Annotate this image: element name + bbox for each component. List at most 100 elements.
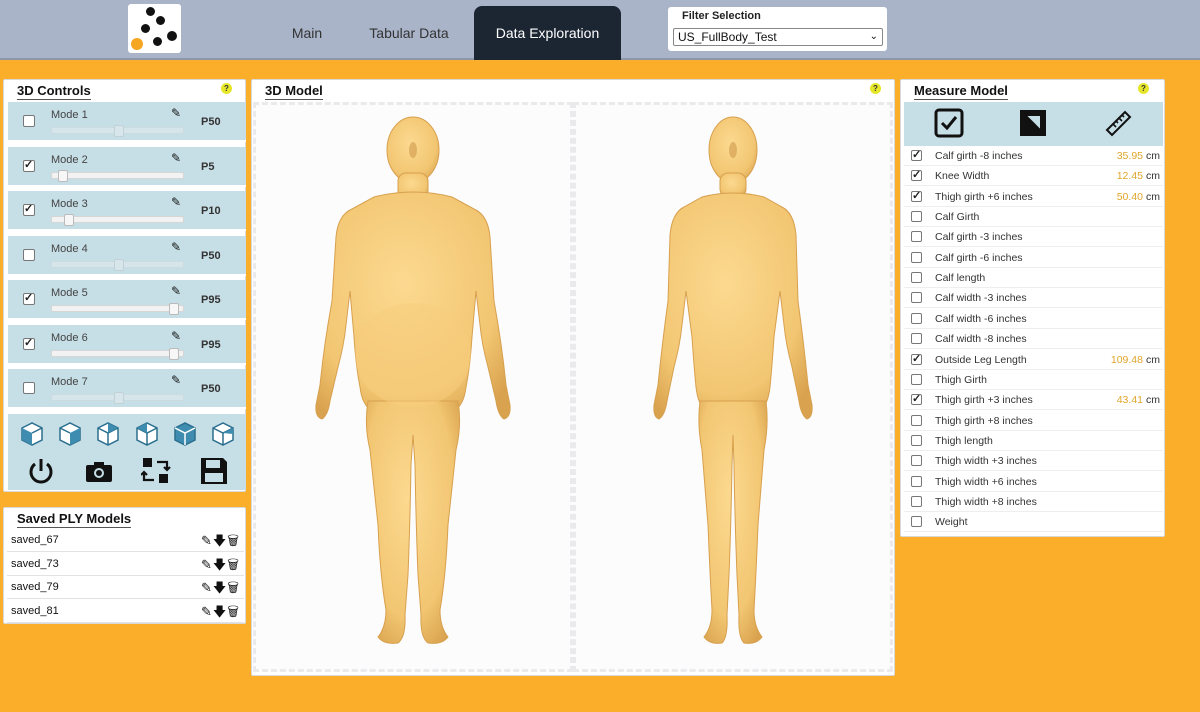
measure-checkbox[interactable] xyxy=(911,168,922,182)
trash-icon[interactable]: 🗑 xyxy=(227,580,240,595)
measure-checkbox[interactable] xyxy=(911,251,922,263)
pencil-icon[interactable]: ✎ xyxy=(171,329,181,343)
power-icon[interactable] xyxy=(26,456,56,486)
slider-thumb[interactable] xyxy=(114,392,124,404)
mode-checkbox[interactable] xyxy=(23,202,35,216)
mode-slider[interactable] xyxy=(51,303,184,315)
pencil-icon[interactable]: ✎ xyxy=(201,533,213,548)
measure-row[interactable]: Thigh width +3 inches xyxy=(904,451,1163,472)
saved-model-row[interactable]: saved_67 ✎🡇🗑 xyxy=(7,529,244,552)
measure-row[interactable]: Thigh length xyxy=(904,431,1163,451)
mode-checkbox[interactable] xyxy=(23,291,35,305)
mode-slider[interactable] xyxy=(51,347,184,360)
saved-model-row[interactable]: saved_73 ✎🡇🗑 xyxy=(7,553,244,576)
pencil-icon[interactable]: ✎ xyxy=(201,557,213,572)
pencil-icon[interactable]: ✎ xyxy=(171,284,181,298)
slider-thumb[interactable] xyxy=(58,169,68,182)
measure-checkbox[interactable] xyxy=(911,333,922,345)
trash-icon[interactable]: 🗑 xyxy=(227,557,240,572)
measure-checkbox[interactable] xyxy=(911,392,922,406)
swap-icon[interactable] xyxy=(141,456,171,486)
slider-thumb[interactable] xyxy=(169,303,179,315)
mode-checkbox[interactable] xyxy=(23,382,35,394)
measure-checkbox[interactable] xyxy=(911,231,922,243)
help-icon[interactable]: ? xyxy=(221,83,232,94)
cube-back-icon[interactable] xyxy=(172,420,198,446)
measure-checkbox[interactable] xyxy=(911,516,922,528)
measure-row[interactable]: Thigh width +8 inches xyxy=(904,492,1163,512)
mode-slider[interactable] xyxy=(51,169,184,182)
measure-row[interactable]: Thigh girth +6 inches 50.40cm xyxy=(904,187,1163,207)
slider-thumb[interactable] xyxy=(169,347,179,360)
measure-checkbox[interactable] xyxy=(911,292,922,304)
cube-right-icon[interactable] xyxy=(95,420,121,446)
slider-thumb[interactable] xyxy=(114,125,124,137)
pencil-icon[interactable]: ✎ xyxy=(171,106,181,120)
measure-row[interactable]: Calf girth -8 inches 35.95cm xyxy=(904,146,1163,166)
measure-row[interactable]: Calf length xyxy=(904,268,1163,289)
slider-thumb[interactable] xyxy=(114,258,124,271)
cube-side-icon[interactable] xyxy=(210,420,236,446)
pencil-icon[interactable]: ✎ xyxy=(171,373,181,387)
measure-row[interactable]: Thigh Girth xyxy=(904,370,1163,390)
measure-row[interactable]: Thigh girth +8 inches xyxy=(904,411,1163,431)
save-icon[interactable] xyxy=(199,456,229,486)
measure-checkbox[interactable] xyxy=(911,373,922,385)
saved-model-row[interactable]: saved_81 ✎🡇🗑 xyxy=(7,600,244,623)
measure-row[interactable]: Calf Girth xyxy=(904,207,1163,228)
measure-row[interactable]: Thigh width +6 inches xyxy=(904,472,1163,492)
mode-checkbox[interactable] xyxy=(23,336,35,350)
download-icon[interactable]: 🡇 xyxy=(213,557,227,572)
bounding-box-icon[interactable] xyxy=(1018,108,1048,138)
cube-left-icon[interactable] xyxy=(57,420,83,446)
download-icon[interactable]: 🡇 xyxy=(213,533,227,548)
measure-row[interactable]: Calf width -3 inches xyxy=(904,288,1163,309)
pencil-icon[interactable]: ✎ xyxy=(201,604,213,619)
measure-checkbox[interactable] xyxy=(911,434,922,446)
measure-row[interactable]: Knee Width 12.45cm xyxy=(904,166,1163,187)
tab-tabular-data[interactable]: Tabular Data xyxy=(356,6,462,60)
mode-slider[interactable] xyxy=(51,125,184,137)
pencil-icon[interactable]: ✎ xyxy=(201,580,213,595)
measure-checkbox[interactable] xyxy=(911,352,922,365)
measure-checkbox[interactable] xyxy=(911,475,922,487)
trash-icon[interactable]: 🗑 xyxy=(227,533,240,548)
checkbox-icon[interactable] xyxy=(934,108,964,138)
mode-slider[interactable] xyxy=(51,258,184,271)
download-icon[interactable]: 🡇 xyxy=(213,604,227,619)
measure-checkbox[interactable] xyxy=(911,312,922,324)
camera-icon[interactable] xyxy=(84,456,114,486)
measure-checkbox[interactable] xyxy=(911,211,922,223)
mode-checkbox[interactable] xyxy=(23,115,35,127)
measure-checkbox[interactable] xyxy=(911,189,922,202)
help-icon[interactable]: ? xyxy=(1138,83,1149,94)
tab-main[interactable]: Main xyxy=(275,6,339,60)
saved-model-row[interactable]: saved_79 ✎🡇🗑 xyxy=(7,576,244,599)
mode-slider[interactable] xyxy=(51,392,184,404)
cube-front-icon[interactable] xyxy=(19,420,45,446)
mode-checkbox[interactable] xyxy=(23,158,35,172)
measure-row[interactable]: Weight xyxy=(904,512,1163,533)
pencil-icon[interactable]: ✎ xyxy=(171,151,181,165)
pencil-icon[interactable]: ✎ xyxy=(171,195,181,209)
measure-checkbox[interactable] xyxy=(911,414,922,426)
measure-row[interactable]: Outside Leg Length 109.48cm xyxy=(904,350,1163,370)
model-viewport-right[interactable] xyxy=(573,102,893,672)
measure-checkbox[interactable] xyxy=(911,455,922,467)
measure-checkbox[interactable] xyxy=(911,272,922,284)
trash-icon[interactable]: 🗑 xyxy=(227,604,240,619)
cube-top-icon[interactable] xyxy=(134,420,160,446)
measure-row[interactable]: Calf girth -6 inches xyxy=(904,248,1163,268)
measure-row[interactable]: Thigh girth +3 inches 43.41cm xyxy=(904,390,1163,411)
filter-select[interactable]: US_FullBody_Test ⌄ xyxy=(673,28,883,46)
slider-thumb[interactable] xyxy=(64,214,74,226)
ruler-icon[interactable] xyxy=(1103,108,1133,138)
measure-checkbox[interactable] xyxy=(911,495,922,507)
tab-data-exploration[interactable]: Data Exploration xyxy=(474,6,621,60)
measure-row[interactable]: Calf width -8 inches xyxy=(904,329,1163,350)
download-icon[interactable]: 🡇 xyxy=(213,580,227,595)
mode-slider[interactable] xyxy=(51,214,184,226)
measure-row[interactable]: Calf girth -3 inches xyxy=(904,227,1163,248)
measure-checkbox[interactable] xyxy=(911,148,922,161)
help-icon[interactable]: ? xyxy=(870,83,881,94)
